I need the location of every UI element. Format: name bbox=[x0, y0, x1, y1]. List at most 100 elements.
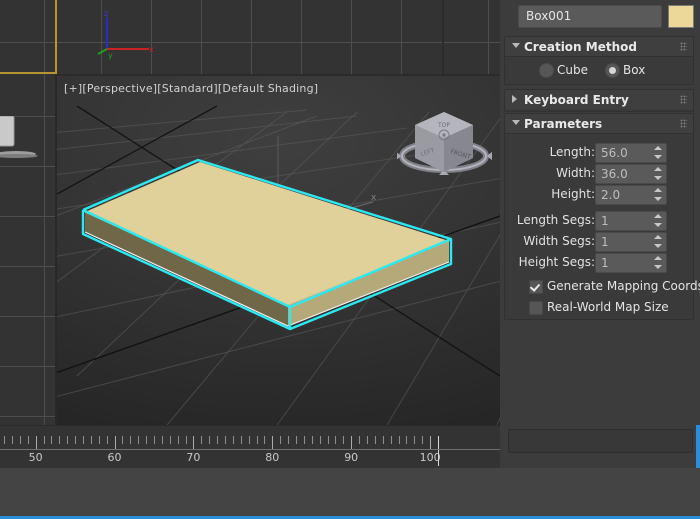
ruler-tick-minor bbox=[359, 436, 361, 444]
height-segs-value: 1 bbox=[601, 256, 609, 270]
param-label: Height Segs: bbox=[518, 255, 595, 269]
ruler-tick-minor bbox=[382, 436, 384, 444]
ruler-tick-minor bbox=[296, 436, 297, 444]
width-spinner[interactable]: 36.0 bbox=[595, 164, 667, 184]
ruler-tick-minor bbox=[138, 436, 140, 444]
ruler-tick-minor bbox=[75, 436, 76, 444]
viewport-top-middle[interactable]: z x y bbox=[57, 0, 442, 74]
track-bar[interactable]: 50 60 70 80 90 100 bbox=[0, 425, 500, 469]
ruler-tick-minor bbox=[406, 436, 408, 444]
rollout-title: Parameters bbox=[524, 117, 603, 131]
ruler-tick-minor bbox=[288, 436, 290, 444]
height-spinner[interactable]: 2.0 bbox=[595, 185, 667, 205]
ruler-tick-minor bbox=[185, 436, 187, 444]
ruler-tick-label: 60 bbox=[107, 451, 122, 464]
param-row-width: Width: 36.0 bbox=[505, 164, 691, 184]
3dsmax-window: z x y T bbox=[0, 0, 700, 519]
ruler-tick-minor bbox=[398, 436, 400, 444]
ruler-tick-major bbox=[272, 436, 274, 450]
ruler-tick-minor bbox=[51, 436, 53, 444]
width-value: 36.0 bbox=[601, 167, 628, 181]
viewport-grid bbox=[0, 0, 55, 72]
ruler-tick-minor bbox=[146, 436, 147, 444]
ruler-tick-minor bbox=[367, 436, 368, 444]
ruler-tick-minor bbox=[161, 436, 163, 444]
rollout-header-creation-method[interactable]: Creation Method bbox=[505, 37, 693, 57]
svg-text:x: x bbox=[149, 45, 154, 54]
ruler-tick-major bbox=[193, 436, 195, 450]
radio-box-label[interactable]: Box bbox=[623, 63, 645, 77]
viewcube-icon[interactable]: TOP LEFT FRONT bbox=[397, 100, 492, 180]
chevron-down-icon bbox=[512, 43, 520, 48]
length-spinner[interactable]: 56.0 bbox=[595, 143, 667, 163]
ruler-tick-major bbox=[114, 436, 116, 450]
ruler-tick-minor bbox=[232, 436, 234, 444]
ruler-tick-minor bbox=[414, 436, 416, 444]
length-value: 56.0 bbox=[601, 146, 628, 160]
param-label: Width Segs: bbox=[523, 234, 595, 248]
object-name-field[interactable]: Box001 bbox=[518, 5, 662, 28]
real-world-map-size-checkbox[interactable] bbox=[529, 301, 543, 315]
height-segs-spinner[interactable]: 1 bbox=[595, 253, 667, 273]
ruler-tick-minor bbox=[122, 436, 124, 444]
ruler-tick-label: 80 bbox=[265, 451, 280, 464]
viewport-left[interactable]: T bbox=[0, 74, 57, 425]
viewport-top-left[interactable] bbox=[0, 0, 57, 74]
ruler-tick-minor bbox=[19, 436, 21, 444]
ruler-tick-minor bbox=[90, 436, 92, 444]
param-label: Length Segs: bbox=[516, 213, 595, 227]
rollout-parameters: Parameters Length: 56.0 Width: 36.0 Heig… bbox=[504, 113, 700, 320]
command-panel: Box001 Creation Method Cube Box Keyboard… bbox=[500, 0, 700, 425]
checkbox-row-real-world-map-size[interactable]: Real-World Map Size bbox=[529, 300, 689, 316]
ruler-tick-major bbox=[351, 436, 353, 450]
viewport-grid bbox=[444, 0, 500, 74]
param-row-length: Length: 56.0 bbox=[505, 143, 691, 163]
checkbox-row-generate-mapping-coords[interactable]: Generate Mapping Coords. bbox=[529, 279, 700, 295]
ruler-tick-minor bbox=[169, 436, 171, 444]
rollout-title: Keyboard Entry bbox=[524, 93, 629, 107]
ruler-tick-major bbox=[430, 436, 432, 450]
svg-text:z: z bbox=[104, 9, 108, 18]
ruler-tick-minor bbox=[280, 436, 282, 444]
rollout-header-parameters[interactable]: Parameters bbox=[505, 114, 693, 134]
timeline-ruler[interactable]: 50 60 70 80 90 100 bbox=[0, 436, 500, 466]
viewport-label[interactable]: [+][Perspective][Standard][Default Shadi… bbox=[64, 82, 318, 95]
ruler-tick-minor bbox=[4, 436, 5, 444]
object-color-swatch[interactable] bbox=[668, 5, 694, 28]
ruler-tick-minor bbox=[224, 436, 226, 444]
svg-text:TOP: TOP bbox=[437, 122, 450, 129]
viewport-top-right[interactable] bbox=[444, 0, 500, 74]
param-label: Length: bbox=[549, 145, 595, 159]
ruler-tick-minor bbox=[201, 436, 203, 444]
ruler-tick-label: 90 bbox=[344, 451, 359, 464]
status-bar: Z: Grid = 10.0 Add Time Tag Auto Key Set… bbox=[0, 468, 700, 519]
ruler-tick-minor bbox=[67, 436, 69, 444]
param-row-height-segs: Height Segs: 1 bbox=[505, 253, 691, 273]
chevron-right-icon bbox=[512, 95, 517, 103]
ruler-tick-minor bbox=[130, 436, 132, 444]
width-segs-spinner[interactable]: 1 bbox=[595, 232, 667, 252]
ruler-tick-minor bbox=[327, 436, 329, 444]
trackbar-right-pad bbox=[500, 425, 700, 468]
radio-cube[interactable] bbox=[539, 63, 554, 78]
radio-cube-label[interactable]: Cube bbox=[557, 63, 588, 77]
grip-icon bbox=[680, 95, 687, 104]
ruler-tick-minor bbox=[303, 436, 305, 444]
generate-mapping-coords-label: Generate Mapping Coords. bbox=[547, 279, 700, 293]
ruler-tick-minor bbox=[240, 436, 242, 444]
length-segs-spinner[interactable]: 1 bbox=[595, 211, 667, 231]
ruler-tick-minor bbox=[59, 436, 61, 444]
param-label: Width: bbox=[556, 166, 595, 180]
time-cursor[interactable] bbox=[438, 436, 439, 466]
ruler-tick-minor bbox=[11, 436, 13, 444]
ruler-tick-minor bbox=[343, 436, 345, 444]
radio-box[interactable] bbox=[605, 63, 620, 78]
generate-mapping-coords-checkbox[interactable] bbox=[529, 280, 543, 294]
ruler-tick-minor bbox=[177, 436, 179, 444]
rollout-header-keyboard-entry[interactable]: Keyboard Entry bbox=[505, 90, 693, 109]
ruler-tick-minor bbox=[256, 436, 258, 444]
length-segs-value: 1 bbox=[601, 214, 609, 228]
viewport-perspective[interactable]: y x bbox=[57, 76, 500, 425]
viewport-area: z x y T bbox=[0, 0, 500, 425]
ruler-tick-minor bbox=[319, 436, 321, 444]
